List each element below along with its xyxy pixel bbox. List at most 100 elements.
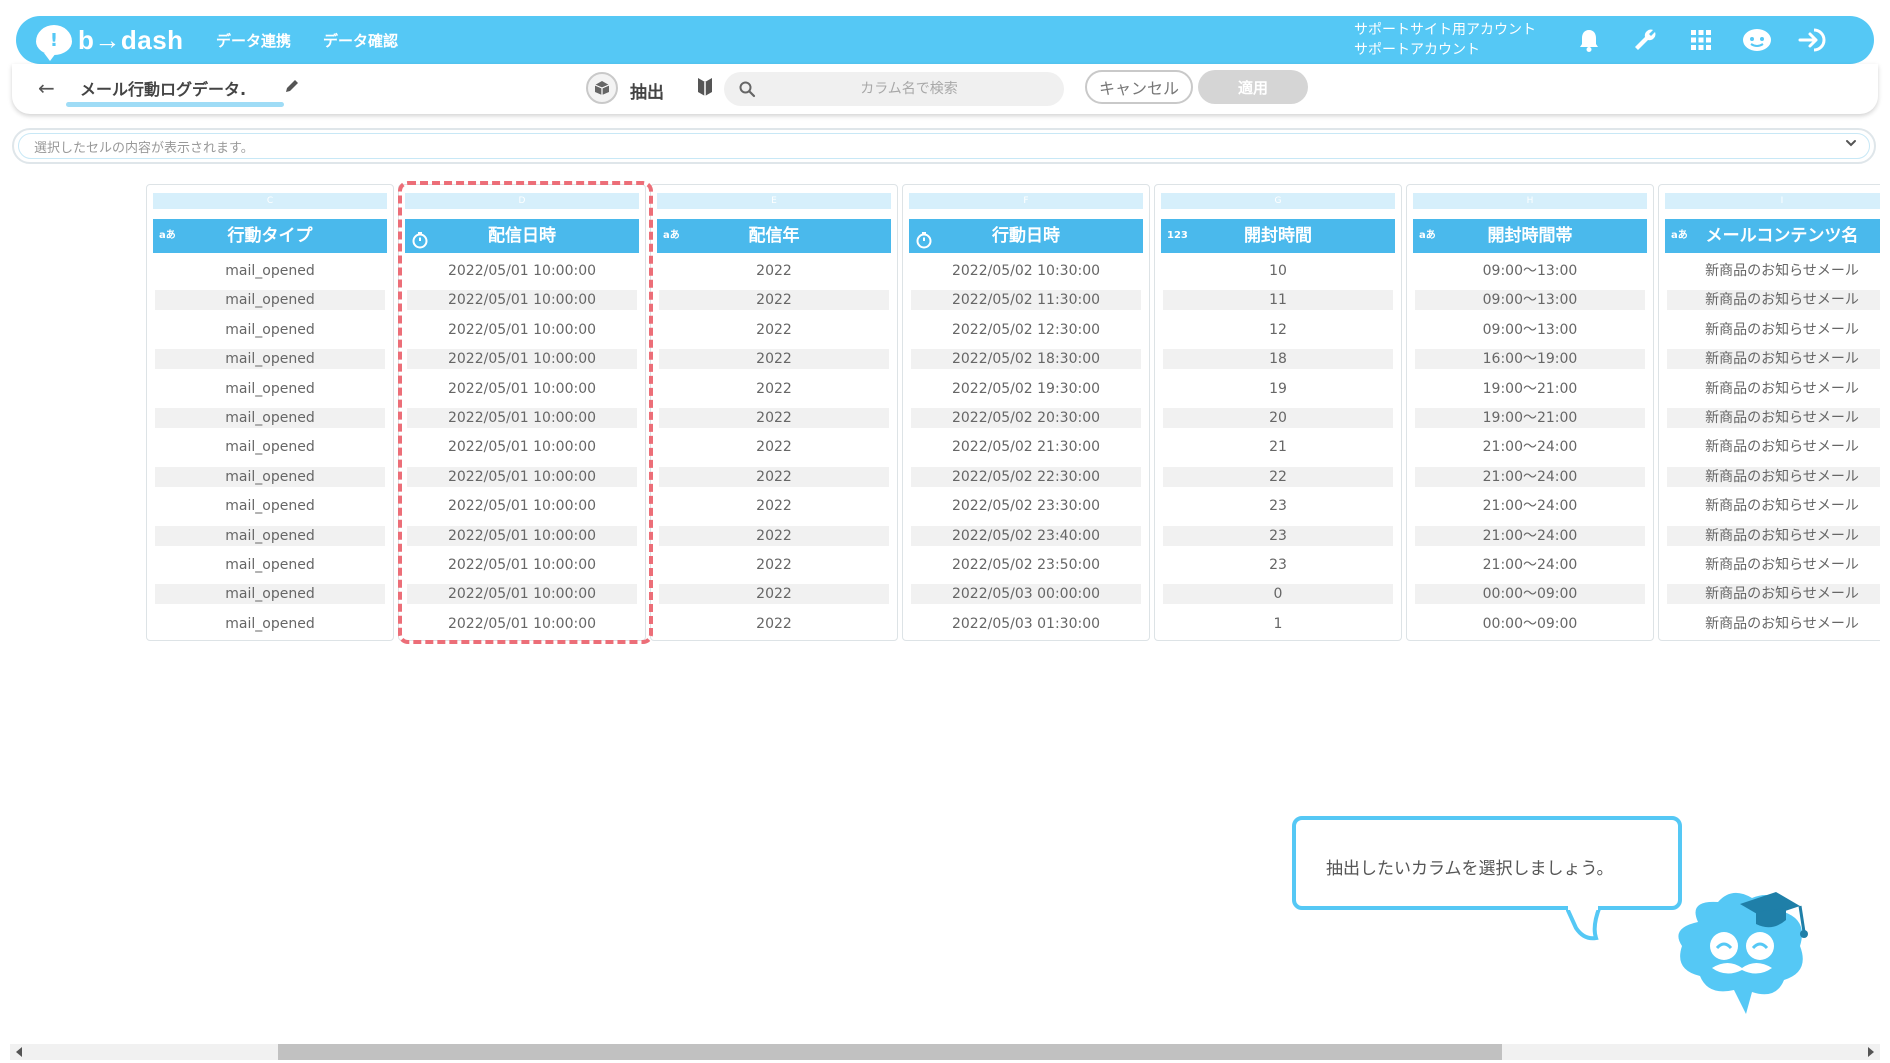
table-cell[interactable]: mail_opened — [155, 466, 385, 487]
table-cell[interactable]: 新商品のお知らせメール — [1667, 320, 1880, 340]
table-cell[interactable]: 新商品のお知らせメール — [1667, 290, 1880, 311]
table-cell[interactable]: 09:00～13:00 — [1415, 290, 1645, 311]
table-cell[interactable]: 新商品のお知らせメール — [1667, 437, 1880, 457]
table-cell[interactable]: 新商品のお知らせメール — [1667, 349, 1880, 370]
cancel-button[interactable]: キャンセル — [1085, 70, 1193, 104]
table-cell[interactable]: mail_opened — [155, 525, 385, 546]
table-cell[interactable]: 2022/05/01 10:00:00 — [407, 379, 637, 399]
table-cell[interactable]: 2022 — [659, 320, 889, 340]
table-cell[interactable]: 2022/05/01 10:00:00 — [407, 496, 637, 516]
nav-data-integration[interactable]: データ連携 — [216, 30, 291, 51]
grid-column[interactable]: G 123 開封時間 10 11 12 18 19 20 21 22 23 23 23 0 1 — [1154, 184, 1402, 641]
table-cell[interactable]: 2022/05/02 23:50:00 — [911, 555, 1141, 575]
table-cell[interactable]: 2022/05/02 12:30:00 — [911, 320, 1141, 340]
column-search-input[interactable] — [764, 72, 1054, 106]
column-header[interactable]: 行動日時 — [909, 219, 1143, 253]
wrench-icon[interactable] — [1628, 23, 1662, 57]
grid-column[interactable]: Iaあ メールコンテンツ名 新商品のお知らせメール 新商品のお知らせメール 新商品のお知… — [1658, 184, 1880, 641]
nav-data-check[interactable]: データ確認 — [323, 30, 398, 51]
table-cell[interactable]: mail_opened — [155, 261, 385, 281]
table-cell[interactable]: mail_opened — [155, 349, 385, 370]
horizontal-scrollbar[interactable] — [10, 1044, 1880, 1060]
table-cell[interactable]: mail_opened — [155, 555, 385, 575]
table-cell[interactable]: mail_opened — [155, 584, 385, 605]
table-cell[interactable]: 2022/05/02 23:30:00 — [911, 496, 1141, 516]
table-cell[interactable]: 2022/05/02 10:30:00 — [911, 261, 1141, 281]
table-cell[interactable]: 22 — [1163, 466, 1393, 487]
table-cell[interactable]: 2022 — [659, 379, 889, 399]
table-cell[interactable]: 21:00～24:00 — [1415, 555, 1645, 575]
table-cell[interactable]: 新商品のお知らせメール — [1667, 466, 1880, 487]
scrollbar-thumb[interactable] — [278, 1044, 1502, 1060]
table-cell[interactable]: mail_opened — [155, 496, 385, 516]
logout-icon[interactable] — [1796, 23, 1830, 57]
apps-grid-icon[interactable] — [1684, 23, 1718, 57]
table-cell[interactable]: 19 — [1163, 379, 1393, 399]
table-cell[interactable]: 18 — [1163, 349, 1393, 370]
table-cell[interactable]: 00:00～09:00 — [1415, 584, 1645, 605]
grid-column[interactable]: Eaあ 配信年 2022 2022 2022 2022 2022 2022 2022 2022 20… — [650, 184, 898, 641]
cell-content-bar[interactable]: 選択したセルの内容が表示されます。 — [12, 128, 1876, 164]
table-cell[interactable]: 21:00～24:00 — [1415, 496, 1645, 516]
table-cell[interactable]: 2022/05/01 10:00:00 — [407, 408, 637, 428]
table-cell[interactable]: 2022/05/01 10:00:00 — [407, 349, 637, 370]
table-cell[interactable]: 2022/05/01 10:00:00 — [407, 466, 637, 487]
chevron-down-icon[interactable] — [1844, 135, 1858, 154]
table-cell[interactable]: 2022/05/02 22:30:00 — [911, 466, 1141, 487]
table-cell[interactable]: 2022/05/01 10:00:00 — [407, 525, 637, 546]
table-cell[interactable]: 新商品のお知らせメール — [1667, 525, 1880, 546]
grid-column[interactable]: Caあ 行動タイプ mail_opened mail_opened mail_opene… — [146, 184, 394, 641]
table-cell[interactable]: 19:00～21:00 — [1415, 379, 1645, 399]
table-cell[interactable]: mail_opened — [155, 379, 385, 399]
table-cell[interactable]: 23 — [1163, 555, 1393, 575]
table-cell[interactable]: 2022 — [659, 466, 889, 487]
table-cell[interactable]: mail_opened — [155, 320, 385, 340]
column-header[interactable]: aあ メールコンテンツ名 — [1665, 219, 1880, 253]
column-header[interactable]: 配信日時 — [405, 219, 639, 253]
bdash-logo[interactable]: ! b→dash — [36, 22, 184, 61]
table-cell[interactable]: 2022/05/03 01:30:00 — [911, 614, 1141, 634]
grid-column[interactable]: Haあ 開封時間帯 09:00～13:00 09:00～13:00 09:00～13:0… — [1406, 184, 1654, 641]
table-cell[interactable]: 09:00～13:00 — [1415, 261, 1645, 281]
table-cell[interactable]: 12 — [1163, 320, 1393, 340]
table-cell[interactable]: 新商品のお知らせメール — [1667, 584, 1880, 605]
table-cell[interactable]: 11 — [1163, 290, 1393, 311]
table-cell[interactable]: 2022/05/01 10:00:00 — [407, 614, 637, 634]
table-cell[interactable]: 21:00～24:00 — [1415, 525, 1645, 546]
table-cell[interactable]: 2022/05/02 11:30:00 — [911, 290, 1141, 311]
table-cell[interactable]: 2022 — [659, 290, 889, 311]
table-cell[interactable]: 2022/05/02 23:40:00 — [911, 525, 1141, 546]
table-cell[interactable]: 2022/05/03 00:00:00 — [911, 584, 1141, 605]
beginner-mark-icon[interactable] — [696, 76, 714, 102]
table-cell[interactable]: 21 — [1163, 437, 1393, 457]
table-cell[interactable]: 2022 — [659, 349, 889, 370]
table-cell[interactable]: 10 — [1163, 261, 1393, 281]
grid-column[interactable]: F 行動日時 2022/05/02 10:30:00 2022/05/02 11:30… — [902, 184, 1150, 641]
table-cell[interactable]: 2022 — [659, 261, 889, 281]
table-cell[interactable]: mail_opened — [155, 437, 385, 457]
table-cell[interactable]: 2022 — [659, 437, 889, 457]
table-cell[interactable]: 2022/05/02 21:30:00 — [911, 437, 1141, 457]
table-cell[interactable]: 2022 — [659, 584, 889, 605]
table-cell[interactable]: 2022 — [659, 614, 889, 634]
apply-button[interactable]: 適用 — [1198, 70, 1308, 104]
table-cell[interactable]: 2022/05/01 10:00:00 — [407, 261, 637, 281]
table-cell[interactable]: 2022/05/01 10:00:00 — [407, 584, 637, 605]
table-cell[interactable]: 新商品のお知らせメール — [1667, 408, 1880, 428]
table-cell[interactable]: 21:00～24:00 — [1415, 466, 1645, 487]
table-cell[interactable]: 21:00～24:00 — [1415, 437, 1645, 457]
table-cell[interactable]: 2022 — [659, 496, 889, 516]
dataset-title[interactable]: メール行動ログデータ. — [80, 76, 246, 100]
grid-column[interactable]: D 配信日時 2022/05/01 10:00:00 2022/05/01 10:00… — [398, 184, 646, 641]
bell-icon[interactable] — [1572, 23, 1606, 57]
table-cell[interactable]: 09:00～13:00 — [1415, 320, 1645, 340]
table-cell[interactable]: 2022/05/01 10:00:00 — [407, 555, 637, 575]
table-cell[interactable]: 2022 — [659, 525, 889, 546]
table-cell[interactable]: 2022 — [659, 555, 889, 575]
table-cell[interactable]: 新商品のお知らせメール — [1667, 379, 1880, 399]
column-header[interactable]: aあ 行動タイプ — [153, 219, 387, 253]
table-cell[interactable]: 2022/05/01 10:00:00 — [407, 320, 637, 340]
column-header[interactable]: 123 開封時間 — [1161, 219, 1395, 253]
pencil-edit-icon[interactable] — [284, 78, 300, 98]
table-cell[interactable]: 00:00～09:00 — [1415, 614, 1645, 634]
